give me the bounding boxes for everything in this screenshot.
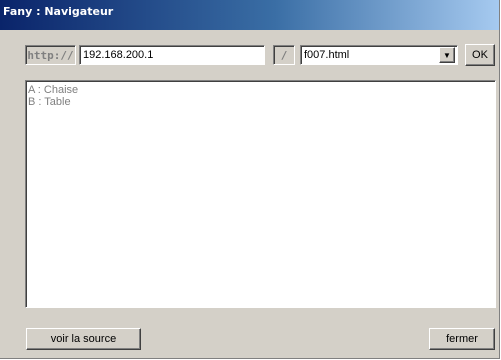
close-button[interactable]: fermer <box>429 328 495 350</box>
browser-window: Fany : Navigateur http:// 192.168.200.1 … <box>0 0 500 359</box>
ok-button[interactable]: OK <box>465 44 495 66</box>
content-line: A : Chaise <box>28 84 79 96</box>
protocol-label: http:// <box>25 45 76 65</box>
path-separator-label: / <box>273 45 295 65</box>
page-content: A : Chaise B : Table <box>25 80 496 308</box>
host-input[interactable]: 192.168.200.1 <box>79 45 265 65</box>
chevron-down-icon[interactable]: ▼ <box>439 47 455 63</box>
view-source-button[interactable]: voir la source <box>26 328 141 350</box>
content-line: B : Table <box>28 96 71 108</box>
window-title: Fany : Navigateur <box>3 5 114 18</box>
page-select-value: f007.html <box>304 49 350 61</box>
title-bar: Fany : Navigateur <box>0 0 499 30</box>
page-select[interactable]: f007.html ▼ <box>300 45 458 65</box>
